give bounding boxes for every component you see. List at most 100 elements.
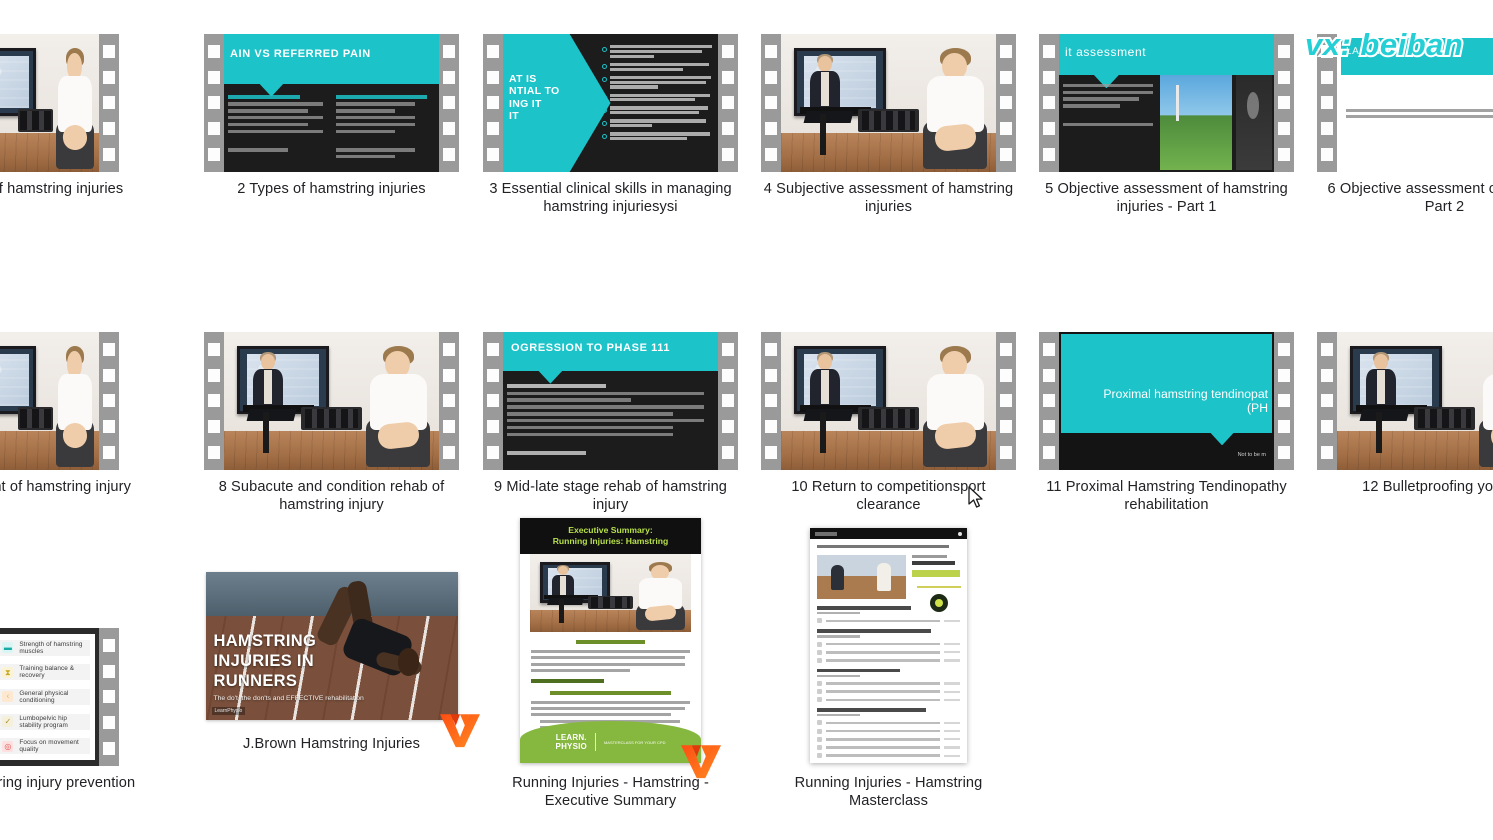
filmstrip-perforations-left bbox=[1317, 332, 1337, 470]
thumbnail-image bbox=[1337, 332, 1493, 470]
filmstrip-perforations-left bbox=[204, 34, 224, 172]
filmstrip-perforations-right bbox=[718, 34, 738, 172]
webpage-thumbnail[interactable] bbox=[810, 518, 967, 763]
item-label: Running Injuries - Hamstring Masterclass bbox=[794, 775, 983, 809]
video-thumbnail[interactable]: Proximal hamstring tendinopat (PH Not to … bbox=[1039, 332, 1294, 470]
slide-teal-band bbox=[1061, 334, 1272, 446]
grid-item-9[interactable]: OGRESSION TO PHASE 111 9 Mid-late stage … bbox=[482, 332, 739, 514]
video-thumbnail[interactable] bbox=[204, 332, 459, 470]
item-label: 5 Objective assessment of hamstring inju… bbox=[1045, 181, 1288, 215]
slide-note: Not to be m bbox=[1237, 451, 1266, 458]
pdf-footer-brand: LEARN. PHYSIO MASTERCLASS FOR YOUR CPD bbox=[520, 721, 701, 763]
filmstrip-perforations-right bbox=[996, 332, 1016, 470]
video-thumbnail[interactable]: OGRESSION TO PHASE 111 bbox=[483, 332, 738, 470]
grid-item-15[interactable]: Executive Summary: Running Injuries: Ham… bbox=[482, 518, 739, 810]
wps-office-icon bbox=[678, 741, 724, 781]
checklist-row: ▬ Strength of hamstring muscles bbox=[0, 639, 91, 656]
slide-title: it assessment bbox=[1065, 45, 1147, 59]
filmstrip-perforations-right bbox=[99, 628, 119, 766]
checklist-row: ⧗ Training balance & recovery bbox=[0, 664, 91, 681]
runner-icon: ᚲ bbox=[2, 691, 14, 703]
filmstrip-perforations-right bbox=[439, 34, 459, 172]
item-label: 12 Bulletproofing your ha bbox=[1362, 479, 1493, 495]
grid-item-3[interactable]: AT IS NTIAL TO ING IT IT 3 Essential cli… bbox=[482, 34, 739, 216]
grid-item-8[interactable]: 8 Subacute and condition rehab of hamstr… bbox=[203, 332, 460, 514]
filmstrip-perforations-left bbox=[204, 332, 224, 470]
item-label: J.Brown Hamstring Injuries bbox=[243, 736, 420, 752]
field-photo bbox=[1160, 75, 1272, 170]
video-thumbnail[interactable]: R ▬Strength of hamstring muscles ⧗Traini… bbox=[0, 628, 119, 766]
grid-item-6[interactable]: LA mobility 6 Objective assessment of in… bbox=[1316, 34, 1493, 216]
grid-item-2[interactable]: AIN VS REFERRED PAIN 2 Types of hamstrin… bbox=[203, 34, 460, 199]
video-thumbnail[interactable]: AIN VS REFERRED PAIN bbox=[204, 34, 459, 172]
grid-item-13[interactable]: R ▬Strength of hamstring muscles ⧗Traini… bbox=[0, 628, 164, 793]
video-thumbnail[interactable]: LA mobility bbox=[1317, 34, 1493, 172]
item-label: 4 Subjective assessment of hamstring inj… bbox=[763, 181, 1014, 215]
file-grid-canvas: iology of hamstring injuries AIN VS REFE… bbox=[0, 0, 1493, 840]
checklist-row: ᚲ General physical conditioning bbox=[0, 688, 91, 705]
pdf-section-part1 bbox=[550, 690, 671, 695]
page-title-line bbox=[817, 545, 949, 549]
sidebar-panel bbox=[917, 586, 961, 616]
slide-bullet-list bbox=[601, 45, 714, 166]
video-thumbnail[interactable] bbox=[1317, 332, 1493, 470]
thumbnail-image bbox=[0, 34, 99, 172]
item-label: nagement of hamstring injury bbox=[0, 479, 131, 495]
thumbnail-image: LA mobility bbox=[1337, 34, 1493, 172]
hourglass-icon: ⧗ bbox=[2, 666, 14, 678]
slide-title: HAMSTRING INJURIES IN RUNNERS bbox=[213, 632, 317, 691]
filmstrip-perforations-right bbox=[99, 34, 119, 172]
grid-item-1[interactable]: iology of hamstring injuries bbox=[0, 34, 164, 199]
pdf-section-introduction bbox=[575, 640, 646, 644]
thumbnail-image: it assessment bbox=[1059, 34, 1274, 172]
video-thumbnail[interactable]: it assessment bbox=[1039, 34, 1294, 172]
grid-item-7[interactable]: nagement of hamstring injury bbox=[0, 332, 164, 497]
slide-arrow-text: AT IS NTIAL TO ING IT IT bbox=[509, 72, 560, 123]
item-label: 2 Types of hamstring injuries bbox=[237, 181, 426, 197]
slide-title: Proximal hamstring tendinopat (PH bbox=[1103, 387, 1268, 416]
filmstrip-perforations-right bbox=[439, 332, 459, 470]
target-icon: ◎ bbox=[2, 740, 14, 752]
item-label: 9 Mid-late stage rehab of hamstring inju… bbox=[493, 479, 728, 513]
grid-item-10[interactable]: 10 Return to competitionsport clearance bbox=[760, 332, 1017, 514]
item-label: 10 Return to competitionsport clearance bbox=[791, 479, 986, 513]
video-thumbnail[interactable] bbox=[0, 34, 119, 172]
grid-item-4[interactable]: 4 Subjective assessment of hamstring inj… bbox=[760, 34, 1017, 216]
filmstrip-perforations-left bbox=[761, 332, 781, 470]
slide-title: OGRESSION TO PHASE 111 bbox=[511, 342, 671, 354]
item-label: 3 Essential clinical skills in managing … bbox=[489, 181, 732, 215]
filmstrip-perforations-left bbox=[483, 34, 503, 172]
menu-dot-icon bbox=[958, 531, 962, 536]
grid-item-12[interactable]: 12 Bulletproofing your ha bbox=[1316, 332, 1493, 497]
filmstrip-perforations-left bbox=[761, 34, 781, 172]
thumbnail-image: R ▬Strength of hamstring muscles ⧗Traini… bbox=[0, 628, 99, 766]
filmstrip-perforations-right bbox=[1274, 332, 1294, 470]
video-thumbnail[interactable] bbox=[761, 332, 1016, 470]
thumbnail-image bbox=[781, 34, 996, 172]
check-icon: ✓ bbox=[2, 716, 14, 728]
item-label: 6 Objective assessment of injuries - Par… bbox=[1327, 181, 1493, 215]
presentation-thumbnail[interactable]: HAMSTRING INJURIES IN RUNNERS The do't, … bbox=[205, 572, 480, 748]
grid-item-5[interactable]: it assessment 5 Objective assessment of … bbox=[1038, 34, 1295, 216]
grid-item-14[interactable]: HAMSTRING INJURIES IN RUNNERS The do't, … bbox=[203, 572, 480, 754]
filmstrip-perforations-right bbox=[718, 332, 738, 470]
wps-office-icon bbox=[437, 710, 483, 750]
enroll-button[interactable] bbox=[911, 569, 960, 577]
filmstrip-perforations-right bbox=[1274, 34, 1294, 172]
grid-item-16[interactable]: Running Injuries - Hamstring Masterclass bbox=[760, 518, 1017, 810]
thumbnail-image bbox=[224, 332, 439, 470]
slide-subtitle: The do't, the don'ts and EFFECTIVE rehab… bbox=[213, 695, 364, 703]
pdf-photo bbox=[530, 554, 691, 632]
video-thumbnail[interactable] bbox=[761, 34, 1016, 172]
video-thumbnail[interactable]: AT IS NTIAL TO ING IT IT bbox=[483, 34, 738, 172]
filmstrip-perforations-left bbox=[483, 332, 503, 470]
thumbnail-image bbox=[0, 332, 99, 470]
video-thumbnail[interactable] bbox=[0, 332, 119, 470]
thumbnail-image bbox=[781, 332, 996, 470]
pdf-link bbox=[531, 679, 605, 683]
grid-item-11[interactable]: Proximal hamstring tendinopat (PH Not to … bbox=[1038, 332, 1295, 514]
certificate-badge-icon bbox=[930, 594, 948, 612]
document-thumbnail[interactable]: Executive Summary: Running Injuries: Ham… bbox=[520, 518, 721, 779]
hero-image bbox=[817, 555, 906, 600]
slide-title: LA mobility bbox=[1346, 46, 1401, 57]
